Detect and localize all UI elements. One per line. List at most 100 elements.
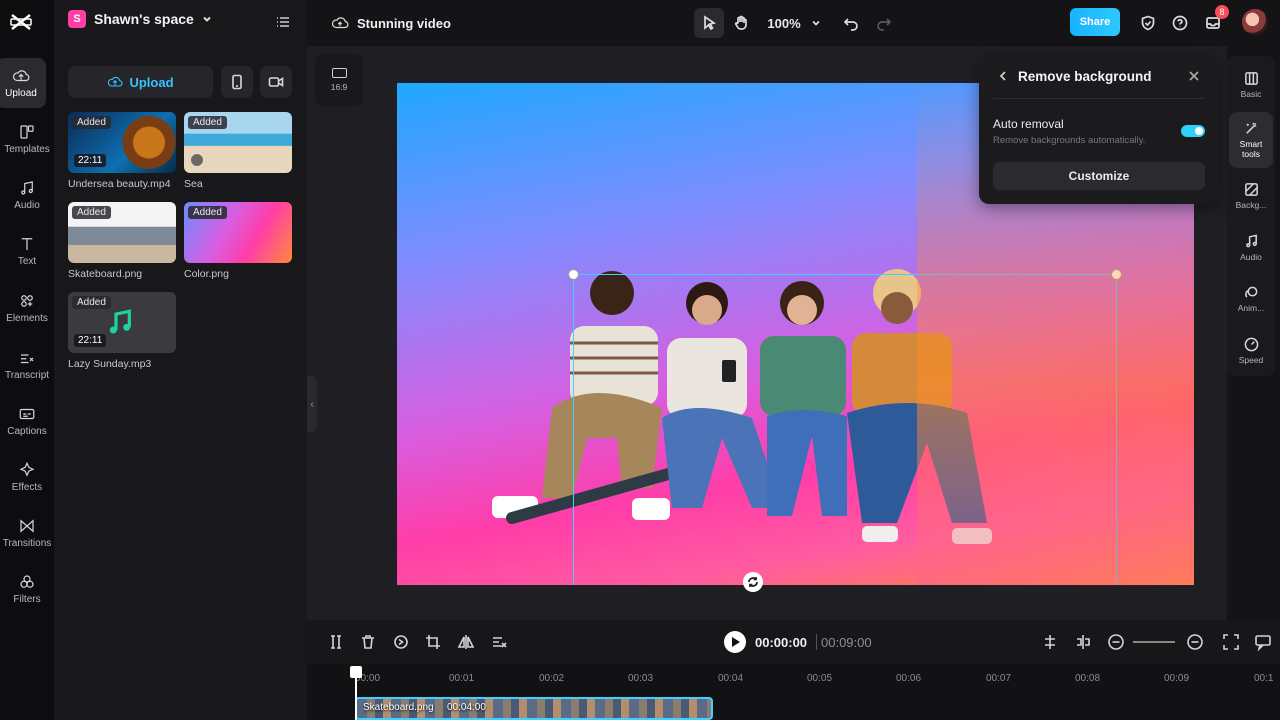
rail-item-templates[interactable]: Templates	[0, 114, 54, 164]
rail-item-captions[interactable]: Captions	[0, 396, 54, 446]
avatar[interactable]	[1242, 9, 1268, 35]
rail-item-transitions[interactable]: Transitions	[0, 508, 54, 558]
media-thumbnail: Added 22:11	[68, 292, 176, 353]
transcript-icon	[21, 354, 34, 364]
rotate-handle[interactable]	[743, 572, 763, 592]
chevron-left-icon[interactable]	[997, 70, 1009, 82]
upload-button[interactable]: Upload	[68, 66, 213, 98]
remove-background-button[interactable]	[490, 633, 508, 651]
rail-item-upload[interactable]: Upload	[0, 58, 46, 108]
customize-button[interactable]: Customize	[993, 162, 1205, 190]
rail-item-text[interactable]: Text	[0, 226, 54, 276]
auto-removal-toggle[interactable]	[1181, 125, 1205, 137]
auto-removal-description: Remove backgrounds automatically.	[993, 135, 1146, 146]
share-button[interactable]: Share	[1070, 8, 1120, 36]
ruler-tick: 00:03	[628, 673, 654, 684]
tool-speed[interactable]: Speed	[1229, 326, 1273, 376]
split-button[interactable]	[327, 633, 345, 651]
undo-icon	[843, 18, 858, 31]
tool-label: Audio	[1240, 252, 1262, 262]
selection-box[interactable]	[573, 274, 1117, 585]
media-item[interactable]: Added Sea	[184, 112, 292, 190]
ruler-tick: 00:07	[986, 673, 1012, 684]
zoom-dropdown[interactable]: 100%	[763, 8, 825, 38]
select-tool-button[interactable]	[694, 8, 724, 38]
security-button[interactable]	[1137, 8, 1159, 38]
playhead[interactable]	[350, 666, 362, 720]
rail-label: Templates	[4, 144, 50, 155]
hand-tool-button[interactable]	[727, 8, 755, 38]
rail-label: Effects	[11, 482, 43, 493]
tool-background[interactable]: Backg...	[1229, 171, 1273, 221]
left-rail: Upload Templates Audio Text Elements Tra…	[0, 0, 54, 720]
rail-label: Transcript	[4, 370, 50, 381]
rail-item-effects[interactable]: Effects	[0, 452, 54, 502]
resize-handle-top-left[interactable]	[568, 269, 579, 280]
fit-button[interactable]	[1222, 633, 1240, 651]
music-note-icon	[21, 181, 33, 195]
timeline-zoom-slider[interactable]	[1133, 641, 1175, 643]
replace-button[interactable]	[392, 633, 410, 651]
right-tool-rail: Basic Smart tools Backg... Audio Anim...…	[1227, 56, 1275, 376]
clip-name: Skateboard.png	[363, 702, 434, 713]
project-title[interactable]: Stunning video	[331, 14, 451, 32]
divider	[816, 634, 817, 650]
zoom-out-button[interactable]	[1107, 633, 1125, 651]
magic-wand-icon	[1245, 122, 1256, 134]
collapse-panel-button[interactable]: ‹	[307, 376, 317, 432]
delete-button[interactable]	[359, 633, 377, 651]
zoom-in-icon	[1187, 634, 1203, 650]
resize-handle-top-right[interactable]	[1111, 269, 1122, 280]
timeline-clip[interactable]: Skateboard.png 00:04:00	[355, 697, 713, 720]
media-item[interactable]: Added 22:11 Undersea beauty.mp4	[68, 112, 176, 190]
space-switcher[interactable]: S Shawn's space	[68, 10, 212, 28]
rail-label: Text	[17, 256, 37, 267]
rail-label: Audio	[14, 200, 40, 211]
tool-audio[interactable]: Audio	[1229, 223, 1273, 273]
zoom-value: 100%	[767, 15, 801, 31]
help-button[interactable]	[1169, 8, 1191, 38]
basic-icon	[1244, 72, 1258, 85]
media-thumbnail: Added	[68, 202, 176, 263]
align-button[interactable]	[1074, 633, 1092, 651]
capcut-logo-icon[interactable]	[9, 10, 33, 34]
redo-button[interactable]	[872, 8, 896, 38]
record-button[interactable]	[260, 66, 292, 98]
upload-label: Upload	[129, 74, 174, 90]
rail-label: Filters	[13, 594, 41, 605]
music-note-icon	[1245, 234, 1257, 248]
close-icon[interactable]	[1188, 70, 1200, 82]
feedback-button[interactable]	[1254, 633, 1272, 652]
rail-item-elements[interactable]: Elements	[0, 283, 54, 333]
aspect-ratio-button[interactable]: 16:9	[315, 54, 363, 106]
rail-label: Upload	[5, 88, 37, 99]
flip-button[interactable]	[457, 633, 475, 651]
undo-button[interactable]	[839, 8, 863, 38]
divider	[993, 98, 1205, 99]
phone-upload-button[interactable]	[221, 66, 253, 98]
media-item[interactable]: Added Skateboard.png	[68, 202, 176, 280]
timeline-toolbar: 00:00:00 00:09:00	[307, 620, 1280, 664]
remove-background-panel: Remove background Auto removal Remove ba…	[979, 56, 1219, 204]
ruler-tick: 00:09	[1164, 673, 1190, 684]
media-item[interactable]: Added 22:11 Lazy Sunday.mp3	[68, 292, 176, 370]
image-type-icon	[190, 153, 204, 167]
rail-item-filters[interactable]: Filters	[0, 564, 54, 614]
rail-item-audio[interactable]: Audio	[0, 170, 54, 220]
tool-smart-tools[interactable]: Smart tools	[1229, 112, 1273, 168]
snap-button[interactable]	[1041, 633, 1059, 651]
crop-button[interactable]	[424, 633, 442, 651]
zoom-in-button[interactable]	[1186, 633, 1204, 651]
tool-animation[interactable]: Anim...	[1229, 274, 1273, 324]
play-button[interactable]	[724, 631, 746, 653]
notification-badge: 8	[1215, 5, 1229, 19]
time-ruler[interactable]: 00:00 00:01 00:02 00:03 00:04 00:05 00:0…	[307, 664, 1280, 690]
cursor-icon	[704, 15, 717, 31]
rail-label: Captions	[7, 426, 47, 437]
tool-label: Backg...	[1235, 200, 1267, 210]
media-item[interactable]: Added Color.png	[184, 202, 292, 280]
tool-basic[interactable]: Basic	[1229, 60, 1273, 110]
animation-icon	[1244, 286, 1257, 298]
rail-item-transcript[interactable]: Transcript	[0, 340, 54, 390]
list-icon[interactable]	[275, 14, 291, 30]
